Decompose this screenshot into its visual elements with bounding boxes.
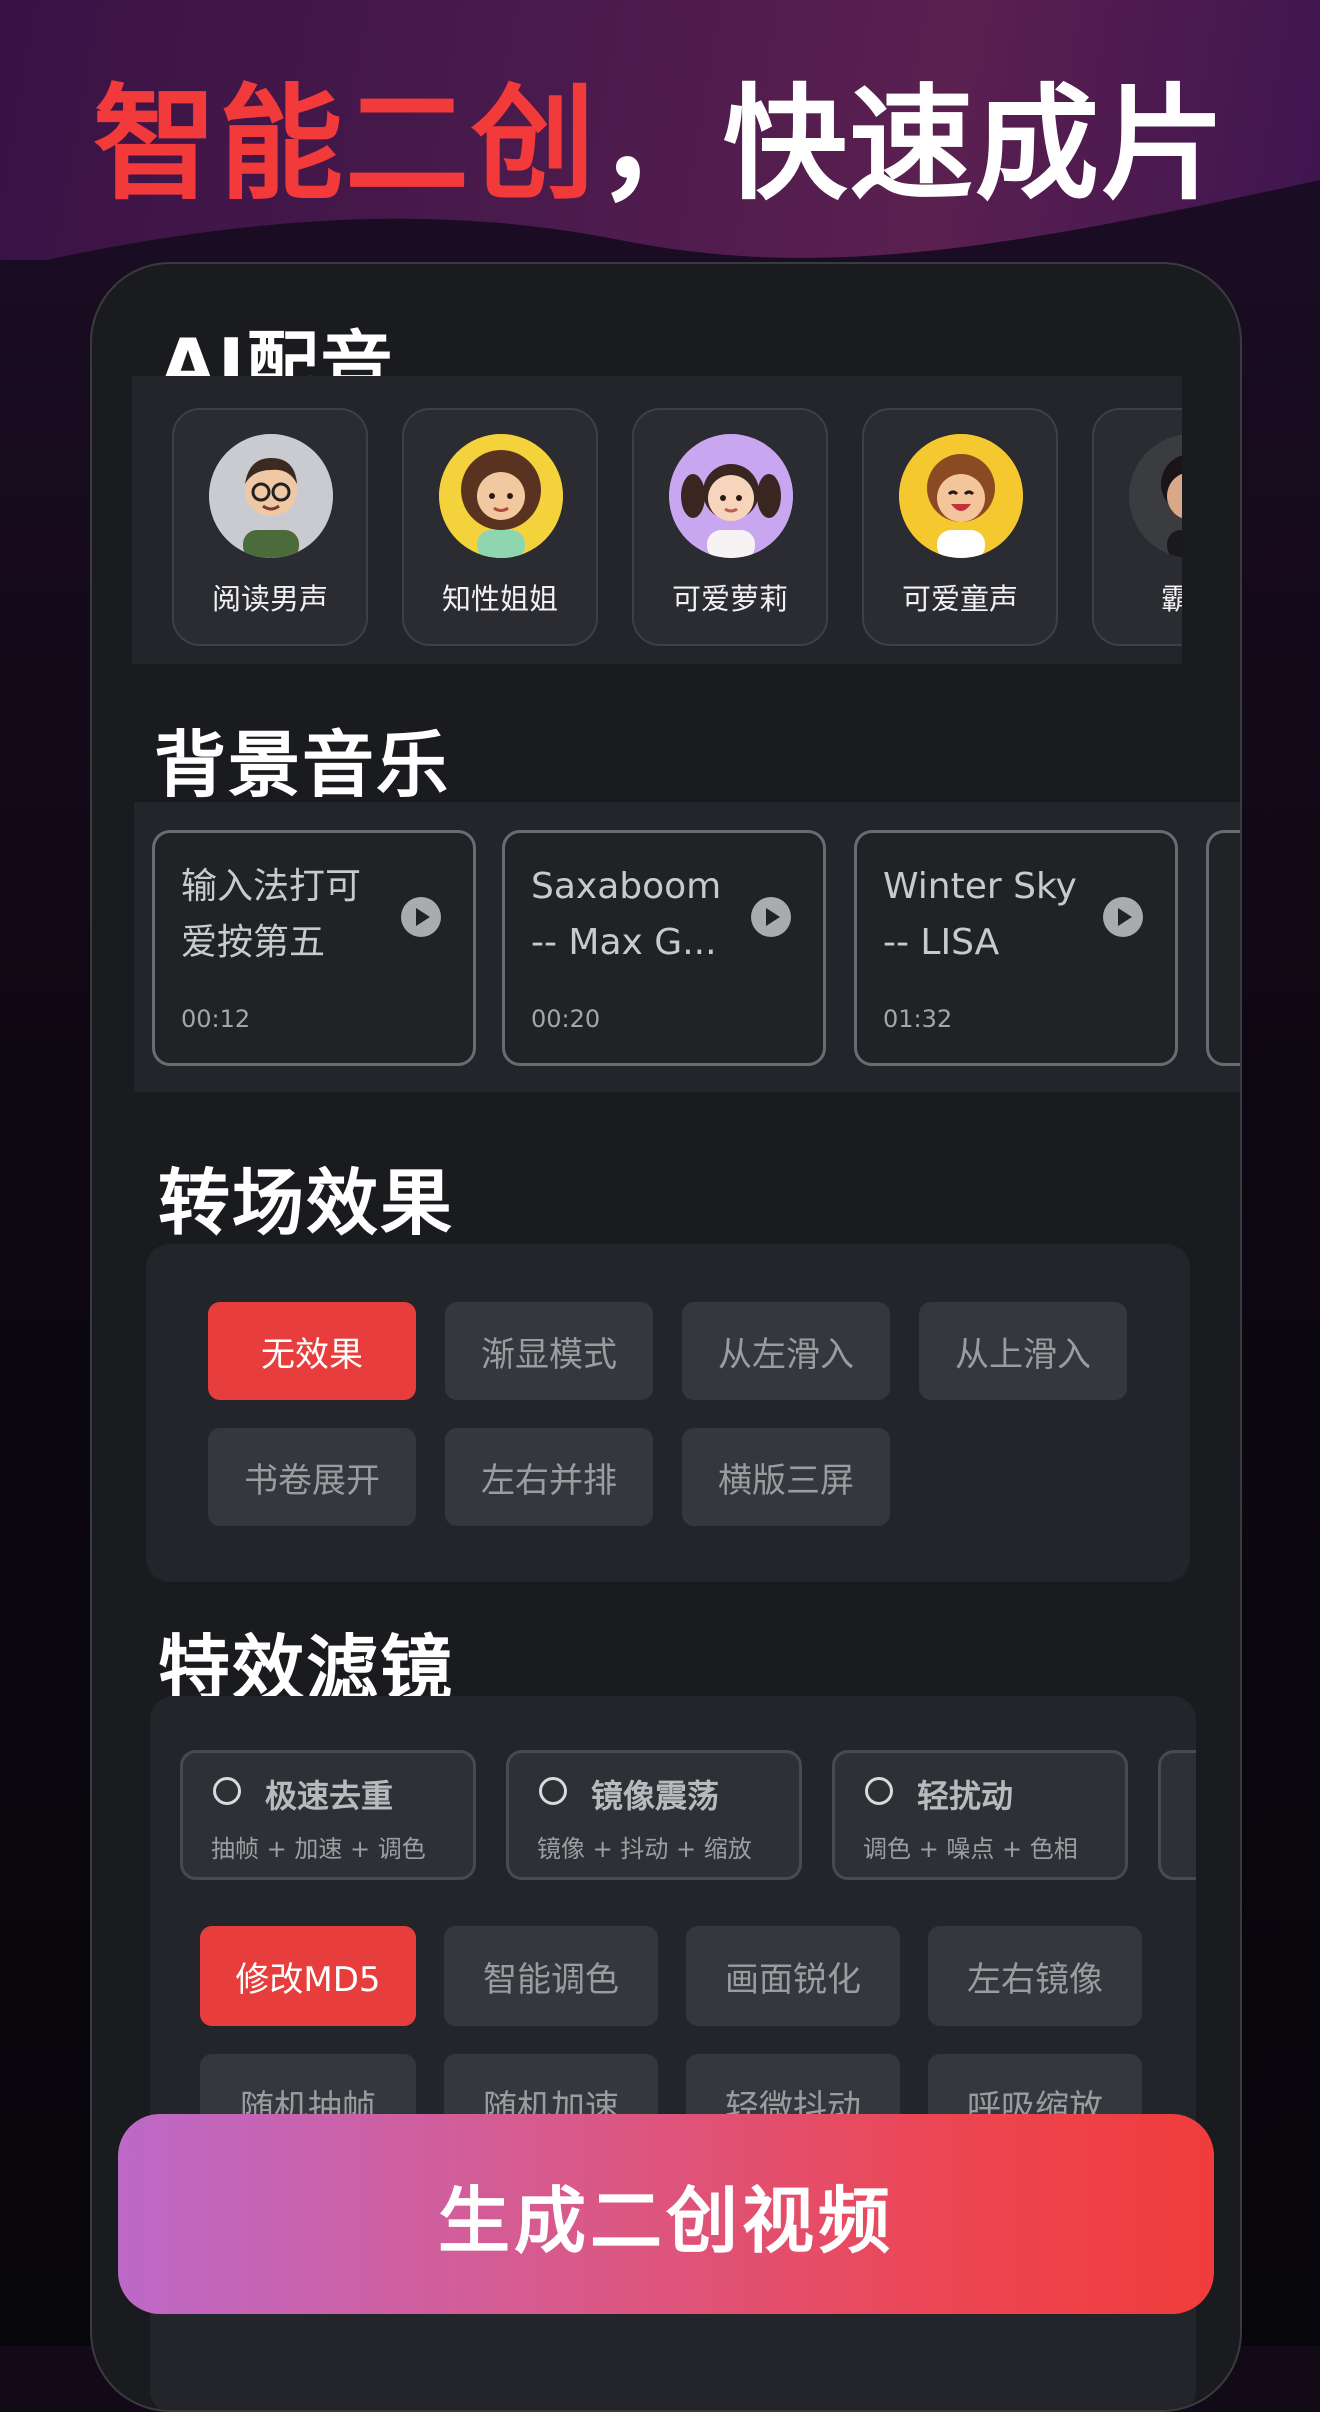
- filter-preset-card[interactable]: 镜像震荡 镜像 + 抖动 + 缩放: [506, 1750, 802, 1880]
- filter-preset-desc: 抽帧 + 加速 + 调色: [211, 1835, 426, 1863]
- filter-preset-card[interactable]: 极速去重 抽帧 + 加速 + 调色: [180, 1750, 476, 1880]
- pigtails-girl-avatar: [669, 434, 793, 558]
- transition-option[interactable]: 横版三屏: [682, 1428, 890, 1526]
- music-card[interactable]: Saxaboom -- Max G... 00:20: [502, 830, 826, 1066]
- headline-rest: ，快速成片: [597, 73, 1228, 217]
- filter-preset-desc: 调色 + 噪点 + 色相: [863, 1835, 1078, 1863]
- filter-preset-card[interactable]: [1158, 1750, 1196, 1880]
- music-title: 输入法打可 爱按第五: [181, 866, 362, 963]
- music-card[interactable]: 输入法打可 爱按第五 00:12: [152, 830, 476, 1066]
- filter-option-selected[interactable]: 修改MD5: [200, 1926, 416, 2026]
- music-title: Saxaboom -- Max G...: [531, 866, 722, 963]
- transition-section-title: 转场效果: [158, 1161, 455, 1245]
- voice-label: 可爱童声: [901, 582, 1018, 616]
- transition-option[interactable]: 左右并排: [445, 1428, 653, 1526]
- music-title: Winter Sky -- LISA: [883, 866, 1077, 963]
- laughing-kid-avatar: [899, 434, 1023, 558]
- radio-icon[interactable]: [213, 1777, 241, 1805]
- music-duration: 00:20: [531, 1005, 601, 1033]
- radio-icon[interactable]: [539, 1777, 567, 1805]
- filter-preset-name: 轻扰动: [917, 1777, 1014, 1815]
- music-card[interactable]: Winter Sky -- LISA 01:32: [854, 830, 1178, 1066]
- voice-card[interactable]: 霸道: [1092, 408, 1182, 646]
- voice-list[interactable]: 阅读男声 知性姐姐 可爱萝莉 可爱童声: [132, 376, 1182, 664]
- phone-frame: AI配音 阅读男声 知性姐姐 可爱萝莉 可爱童声 背景音乐 输入法打可 爱按第五…: [90, 262, 1242, 2412]
- voice-card[interactable]: 知性姐姐: [402, 408, 598, 646]
- transition-option[interactable]: 渐显模式: [445, 1302, 653, 1400]
- play-icon[interactable]: [751, 897, 791, 937]
- filter-preset-name: 极速去重: [265, 1777, 394, 1815]
- music-duration: 00:12: [181, 1005, 251, 1033]
- filter-option[interactable]: 智能调色: [444, 1926, 658, 2026]
- transition-option[interactable]: 从上滑入: [919, 1302, 1127, 1400]
- curly-woman-avatar: [439, 434, 563, 558]
- voice-card[interactable]: 阅读男声: [172, 408, 368, 646]
- transition-option-selected[interactable]: 无效果: [208, 1302, 416, 1400]
- voice-label: 阅读男声: [211, 582, 328, 616]
- radio-icon[interactable]: [865, 1777, 893, 1805]
- transition-option[interactable]: 书卷展开: [208, 1428, 416, 1526]
- filter-preset-name: 镜像震荡: [591, 1777, 720, 1815]
- music-card[interactable]: [1206, 830, 1240, 1066]
- filter-preset-card[interactable]: 轻扰动 调色 + 噪点 + 色相: [832, 1750, 1128, 1880]
- transition-option[interactable]: 从左滑入: [682, 1302, 890, 1400]
- headline: 智能二创，快速成片: [0, 60, 1320, 230]
- voice-label: 霸道: [1094, 576, 1182, 618]
- play-icon[interactable]: [401, 897, 441, 937]
- transition-panel: 无效果 渐显模式 从左滑入 从上滑入 书卷展开 左右并排 横版三屏: [146, 1244, 1190, 1582]
- music-section-title: 背景音乐: [154, 723, 451, 807]
- music-duration: 01:32: [883, 1005, 953, 1033]
- headline-highlight: 智能二创: [92, 73, 597, 217]
- voice-label: 可爱萝莉: [671, 582, 788, 616]
- glasses-man-avatar: [209, 434, 333, 558]
- filter-option[interactable]: 画面锐化: [686, 1926, 900, 2026]
- play-icon[interactable]: [1103, 897, 1143, 937]
- man-dark-avatar: [1129, 434, 1182, 558]
- filter-option[interactable]: 左右镜像: [928, 1926, 1142, 2026]
- generate-video-button[interactable]: 生成二创视频: [118, 2114, 1214, 2314]
- filter-preset-desc: 镜像 + 抖动 + 缩放: [537, 1835, 752, 1863]
- music-list[interactable]: 输入法打可 爱按第五 00:12 Saxaboom -- Max G... 00…: [134, 802, 1240, 1092]
- voice-card[interactable]: 可爱童声: [862, 408, 1058, 646]
- voice-label: 知性姐姐: [441, 582, 558, 616]
- voice-card[interactable]: 可爱萝莉: [632, 408, 828, 646]
